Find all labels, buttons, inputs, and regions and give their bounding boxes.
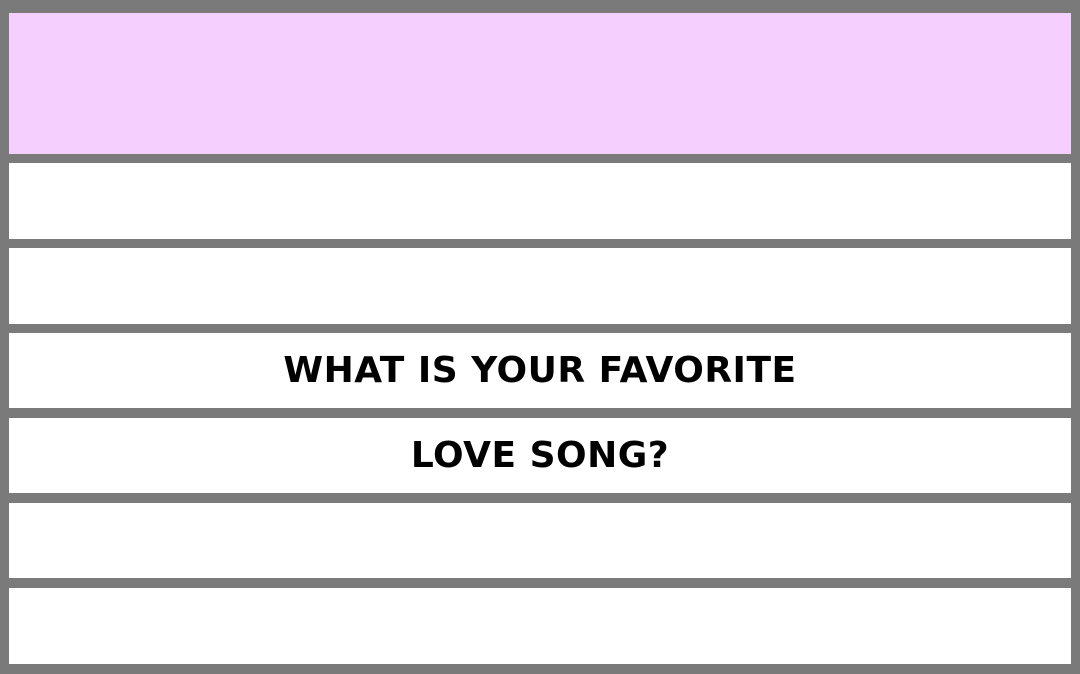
ruled-row: LOVE SONG?: [9, 418, 1071, 493]
ruled-row: [9, 503, 1071, 578]
question-line-2: LOVE SONG?: [410, 434, 670, 476]
question-card: WHAT IS YOUR FAVORITE LOVE SONG?: [0, 0, 1080, 674]
question-line-1: WHAT IS YOUR FAVORITE: [283, 349, 797, 391]
ruled-row: [9, 588, 1071, 664]
header-band: [9, 13, 1071, 154]
ruled-row: [9, 248, 1071, 324]
ruled-row: WHAT IS YOUR FAVORITE: [9, 333, 1071, 408]
ruled-row: [9, 163, 1071, 239]
